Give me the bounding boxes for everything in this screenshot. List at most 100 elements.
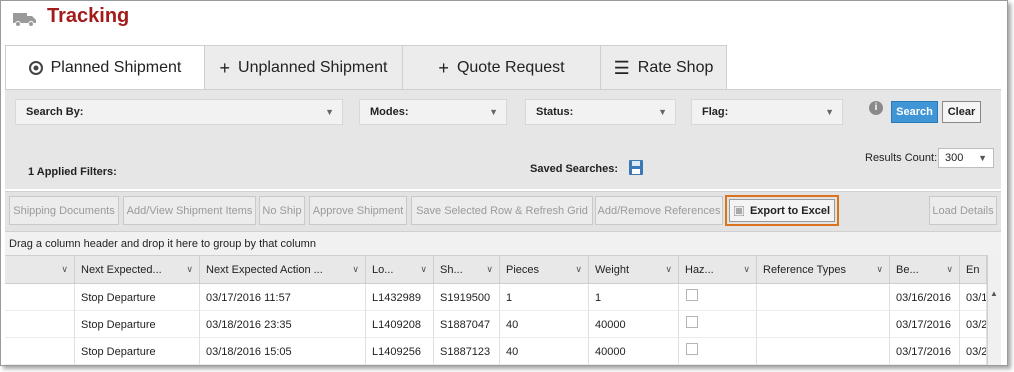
save-selected-row-refresh-grid-button[interactable]: Save Selected Row & Refresh Grid [411,196,593,225]
chevron-down-icon: ∨ [352,264,359,274]
grid-cell: L1409208 [366,311,434,338]
shipping-documents-button[interactable]: Shipping Documents [9,196,119,225]
column-header-load[interactable]: Lo... ∨ [366,256,434,284]
scroll-up-arrow-icon[interactable]: ▲ [990,289,998,298]
results-count-value: 300 [945,152,964,164]
column-header-reference-types[interactable]: Reference Types ∨ [757,256,890,284]
column-header-next-expected-action[interactable]: Next Expected Action ... ∨ [200,256,366,284]
grid-cell [757,311,890,338]
tab-quote-request[interactable]: + Quote Request [402,45,601,89]
plus-icon: + [438,57,449,78]
grid-toolbar: Shipping Documents Add/View Shipment Ite… [5,191,1001,231]
grid-cell: 03/18/2016 15:05 [200,338,366,365]
grid-cell [5,338,75,365]
grid-cell: Stop Departure [75,284,200,311]
column-header-next-expected[interactable]: Next Expected... ∨ [75,256,200,284]
grid-cell: S1887123 [434,338,500,365]
chevron-down-icon: ∨ [186,264,193,274]
vertical-scrollbar[interactable]: ▲ [987,255,1001,365]
column-header-pieces[interactable]: Pieces ∨ [500,256,589,284]
grid-cell: Stop Departure [75,311,200,338]
tab-strip: Planned Shipment + Unplanned Shipment + … [1,43,1007,90]
modes-dropdown[interactable]: Modes: ▼ [359,99,507,125]
modes-label: Modes: [370,106,409,118]
chevron-down-icon: ∨ [665,264,672,274]
column-header-select[interactable]: ∨ [5,256,75,284]
grid-cell: 40 [500,311,589,338]
grid-cell: 40000 [589,311,679,338]
hazmat-cell [679,311,757,338]
hazmat-cell [679,338,757,365]
page-title: Tracking [47,5,130,27]
search-by-dropdown[interactable]: Search By: ▼ [15,99,343,125]
add-view-shipment-items-button[interactable]: Add/View Shipment Items [123,196,256,225]
results-count-label: Results Count: [865,152,938,164]
radio-icon [28,61,43,75]
hazmat-checkbox[interactable] [686,316,698,328]
search-button[interactable]: Search [891,101,938,123]
tab-label: Quote Request [456,58,565,76]
grid-cell: L1432989 [366,284,434,311]
clear-button[interactable]: Clear [942,101,981,123]
table-row[interactable]: Stop Departure 03/18/2016 23:35 L1409208… [5,311,987,338]
chevron-down-icon: ∨ [575,264,582,274]
status-dropdown[interactable]: Status: ▼ [525,99,676,125]
column-header-weight[interactable]: Weight ∨ [589,256,679,284]
grid-cell: S1919500 [434,284,500,311]
flag-dropdown[interactable]: Flag: ▼ [691,99,843,125]
column-header-shipment[interactable]: Sh... ∨ [434,256,500,284]
saved-searches-label: Saved Searches: [530,163,619,175]
add-remove-references-button[interactable]: Add/Remove References [595,196,723,225]
grid-cell: 03/17/2016 [890,338,960,365]
hamburger-icon: ☰ [613,57,630,78]
hazmat-checkbox[interactable] [686,289,698,301]
chevron-down-icon: ∨ [876,264,883,274]
caret-down-icon: ▼ [325,107,334,117]
grid-cell: 03/2 [960,311,987,338]
shipment-grid: ∨ Next Expected... ∨ Next Expected Action… [5,255,1001,365]
table-row[interactable]: Stop Departure 03/17/2016 11:57 L1432989… [5,284,987,311]
chevron-down-icon: ∨ [61,264,68,274]
caret-down-icon: ▼ [978,153,987,163]
grid-cell: 1 [589,284,679,311]
tracking-window: Tracking Planned Shipment + Unplanned Sh… [0,0,1008,366]
search-by-label: Search By: [26,106,84,118]
no-ship-button[interactable]: No Ship [259,196,305,225]
group-by-drop-area[interactable]: Drag a column header and drop it here to… [5,231,1001,255]
grid-cell: S1887047 [434,311,500,338]
grid-cell: L1409256 [366,338,434,365]
caret-down-icon: ▼ [489,107,498,117]
approve-shipment-button[interactable]: Approve Shipment [309,196,407,225]
grid-cell [5,284,75,311]
title-bar: Tracking [1,1,1007,43]
grid-cell: 1 [500,284,589,311]
column-header-end[interactable]: En [960,256,987,284]
grid-cell [757,338,890,365]
export-to-excel-button[interactable]: Export to Excel [729,199,835,222]
chevron-down-icon: ∨ [420,264,427,274]
applied-filters-label: 1 Applied Filters: [28,166,117,178]
grid-cell: 03/2 [960,338,987,365]
truck-icon [13,13,36,27]
results-count-select[interactable]: 300 ▼ [938,148,994,168]
tab-unplanned-shipment[interactable]: + Unplanned Shipment [204,45,403,89]
status-label: Status: [536,106,574,118]
grid-cell: 03/18/2016 23:35 [200,311,366,338]
tab-rate-shop[interactable]: ☰ Rate Shop [600,45,727,89]
table-row[interactable]: Stop Departure 03/18/2016 15:05 L1409256… [5,338,987,365]
info-icon[interactable]: i [869,101,883,115]
load-details-button[interactable]: Load Details [929,196,997,225]
flag-label: Flag: [702,106,729,118]
caret-down-icon: ▼ [825,107,834,117]
tab-planned-shipment[interactable]: Planned Shipment [5,45,205,90]
grid-cell: Stop Departure [75,338,200,365]
hazmat-checkbox[interactable] [686,343,698,355]
grid-cell: 03/1 [960,284,987,311]
floppy-disk-icon[interactable] [629,160,643,175]
chevron-down-icon: ∨ [486,264,493,274]
column-header-hazmat[interactable]: Haz... ∨ [679,256,757,284]
tab-label: Unplanned Shipment [238,58,388,76]
chevron-down-icon: ∨ [946,264,953,274]
column-header-begin[interactable]: Be... ∨ [890,256,960,284]
grid-cell: 40000 [589,338,679,365]
